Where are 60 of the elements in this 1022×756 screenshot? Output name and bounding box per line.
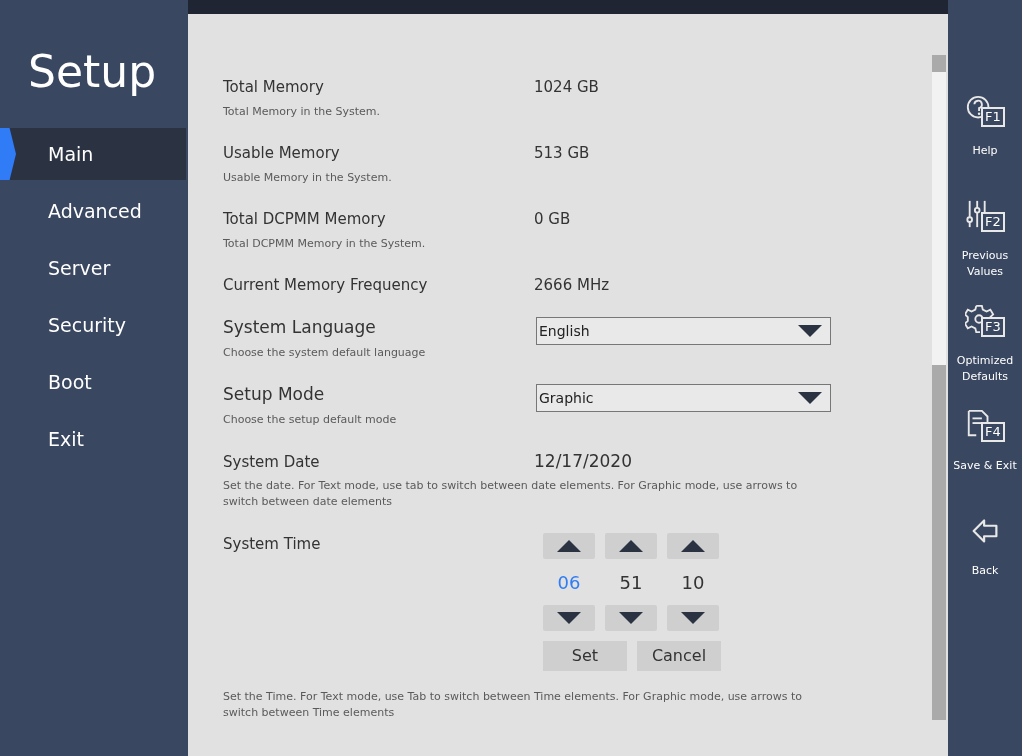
dropdown[interactable]: Graphic xyxy=(536,384,831,412)
help-text: Usable Memory in the System. xyxy=(223,170,393,186)
setting-label: System Date xyxy=(223,451,321,473)
time-field[interactable]: 10 xyxy=(681,559,705,605)
down-arrow-icon xyxy=(557,612,581,624)
help-text: Choose the system default language xyxy=(223,345,427,361)
decrement-button[interactable] xyxy=(543,605,595,631)
setting-value: 2666 MHz xyxy=(534,274,610,296)
up-arrow-icon xyxy=(681,540,705,552)
toolbar-button[interactable]: Back xyxy=(948,513,1022,618)
scrollbar-thumb[interactable] xyxy=(932,72,946,365)
left-arrow-icon xyxy=(970,517,1000,545)
help-text: Set the date. For Text mode, use tab to switch between date elements. For Graphic mode, use arrows to switch between date elements xyxy=(223,478,799,510)
setting-label: System Language xyxy=(223,316,377,340)
down-arrow-icon xyxy=(798,325,822,337)
action-button[interactable]: Cancel xyxy=(637,641,721,671)
down-arrow-icon xyxy=(681,612,705,624)
toolbar-button[interactable]: F2 Previous Values xyxy=(948,198,1022,303)
help-text: Total DCPMM Memory in the System. xyxy=(223,236,427,252)
help-text: Total Memory in the System. xyxy=(223,104,381,120)
menu-item[interactable]: Security xyxy=(0,299,186,351)
setup-title: Setup xyxy=(27,45,158,99)
menu-item[interactable]: Boot xyxy=(0,356,186,408)
action-button[interactable]: Set xyxy=(543,641,627,671)
toolbar-button[interactable]: F1 Help xyxy=(948,93,1022,198)
decrement-button[interactable] xyxy=(667,605,719,631)
scrollbar[interactable] xyxy=(932,55,946,720)
time-field[interactable]: 51 xyxy=(619,559,643,605)
menu-item[interactable]: Main xyxy=(0,128,186,180)
increment-button[interactable] xyxy=(605,533,657,559)
setting-label: Total Memory xyxy=(223,76,325,98)
key-badge: F3 xyxy=(981,317,1005,337)
help-text: Set the Time. For Text mode, use Tab to switch between Time elements. For Graphic mode, use arrows to switch between Time elements xyxy=(223,689,803,721)
date-value: 12/17/2020 xyxy=(534,450,632,474)
toolbar-button[interactable]: F3 Optimized Defaults xyxy=(948,303,1022,408)
dropdown[interactable]: English xyxy=(536,317,831,345)
menu-item[interactable]: Server xyxy=(0,242,186,294)
toolbar-button[interactable]: F4 Save & Exit xyxy=(948,408,1022,513)
setting-label: System Time xyxy=(223,534,322,553)
down-arrow-icon xyxy=(619,612,643,624)
key-badge: F2 xyxy=(981,212,1005,232)
menu-item[interactable]: Advanced xyxy=(0,185,186,237)
setting-label: Total DCPMM Memory xyxy=(223,208,387,230)
setting-value: 1024 GB xyxy=(534,76,599,98)
decrement-button[interactable] xyxy=(605,605,657,631)
setting-label: Usable Memory xyxy=(223,142,341,164)
up-arrow-icon xyxy=(619,540,643,552)
key-badge: F4 xyxy=(981,422,1005,442)
setting-label: Setup Mode xyxy=(223,383,326,407)
menu-item[interactable]: Exit xyxy=(0,413,186,465)
selection-marker xyxy=(0,128,16,180)
key-badge: F1 xyxy=(981,107,1005,127)
up-arrow-icon xyxy=(557,540,581,552)
help-text: Choose the setup default mode xyxy=(223,412,398,428)
setting-value: 0 GB xyxy=(534,208,571,230)
increment-button[interactable] xyxy=(543,533,595,559)
setting-label: Current Memory Frequency xyxy=(223,274,429,296)
setting-value: 513 GB xyxy=(534,142,590,164)
down-arrow-icon xyxy=(798,392,822,404)
increment-button[interactable] xyxy=(667,533,719,559)
